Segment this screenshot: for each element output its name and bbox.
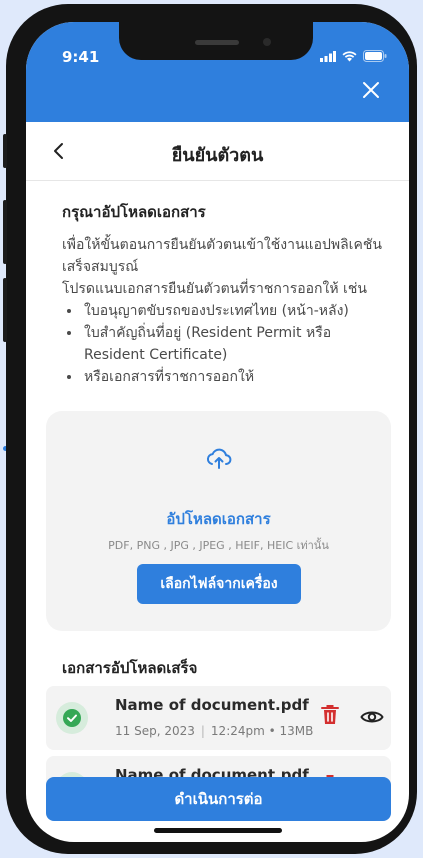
page-title: ยืนยันตัวตน: [171, 145, 264, 166]
instructions-intro: เพื่อให้ขั้นตอนการยืนยันตัวตนเข้าใช้งานแ…: [62, 237, 382, 275]
document-item: ใบสำคัญถิ่นที่อยู่ (Resident Permit หรือ…: [82, 322, 389, 366]
camera: [263, 38, 271, 46]
speaker: [195, 40, 239, 45]
choose-file-button[interactable]: เลือกไฟล์จากเครื่อง: [137, 564, 301, 604]
trash-icon[interactable]: [321, 704, 339, 726]
mute-button: [3, 134, 7, 168]
instructions-section: กรุณาอัปโหลดเอกสาร เพื่อให้ขั้นตอนการยืน…: [62, 200, 389, 388]
document-item: ใบอนุญาตขับรถของประเทศไทย (หน้า-หลัง): [82, 300, 389, 322]
upload-dropzone[interactable]: อัปโหลดเอกสาร PDF, PNG , JPG , JPEG , HE…: [46, 411, 391, 631]
upload-title: อัปโหลดเอกสาร: [166, 510, 271, 528]
file-meta: 11 Sep, 2023 | 12:24pm • 13MB: [115, 724, 313, 738]
notch: [119, 22, 313, 60]
upload-formats: PDF, PNG , JPG , JPEG , HEIF, HEIC เท่าน…: [108, 539, 329, 552]
eye-icon[interactable]: [360, 708, 384, 726]
wifi-icon: [342, 50, 357, 61]
signal-icon: [320, 50, 336, 62]
instructions-lead: โปรดแนบเอกสารยืนยันตัวตนที่ราชการออกให้ …: [62, 281, 367, 297]
top-bar: 9:41: [26, 22, 409, 122]
status-time: 9:41: [62, 48, 100, 66]
home-indicator: [154, 828, 282, 833]
close-icon[interactable]: [361, 80, 381, 100]
volume-down-button: [3, 278, 7, 342]
page-header: ยืนยันตัวตน: [26, 122, 409, 181]
check-icon: [67, 714, 77, 722]
phone-frame: 9:41 ยืนยันตัวตน กรุณาอัปโหลดเอกสาร เพื่…: [3, 4, 417, 854]
document-item: หรือเอกสารที่ราชการออกให้: [82, 366, 389, 388]
battery-icon: [363, 50, 387, 62]
continue-button[interactable]: ดำเนินการต่อ: [46, 777, 391, 821]
document-list: ใบอนุญาตขับรถของประเทศไทย (หน้า-หลัง) ใบ…: [62, 300, 389, 388]
instructions-heading: กรุณาอัปโหลดเอกสาร: [62, 203, 206, 221]
screen: 9:41 ยืนยันตัวตน กรุณาอัปโหลดเอกสาร เพื่…: [26, 22, 409, 842]
file-time-size: 12:24pm • 13MB: [210, 724, 314, 738]
volume-up-button: [3, 200, 7, 264]
meta-separator: |: [200, 724, 205, 738]
file-name: Name of document.pdf: [115, 696, 309, 714]
success-badge: [56, 702, 88, 734]
file-date: 11 Sep, 2023: [115, 724, 195, 738]
cloud-upload-icon: [206, 448, 232, 469]
uploaded-heading: เอกสารอัปโหลดเสร็จ: [62, 659, 198, 677]
status-icons: [320, 50, 387, 62]
file-row: Name of document.pdf 11 Sep, 2023 | 12:24p…: [46, 686, 391, 750]
